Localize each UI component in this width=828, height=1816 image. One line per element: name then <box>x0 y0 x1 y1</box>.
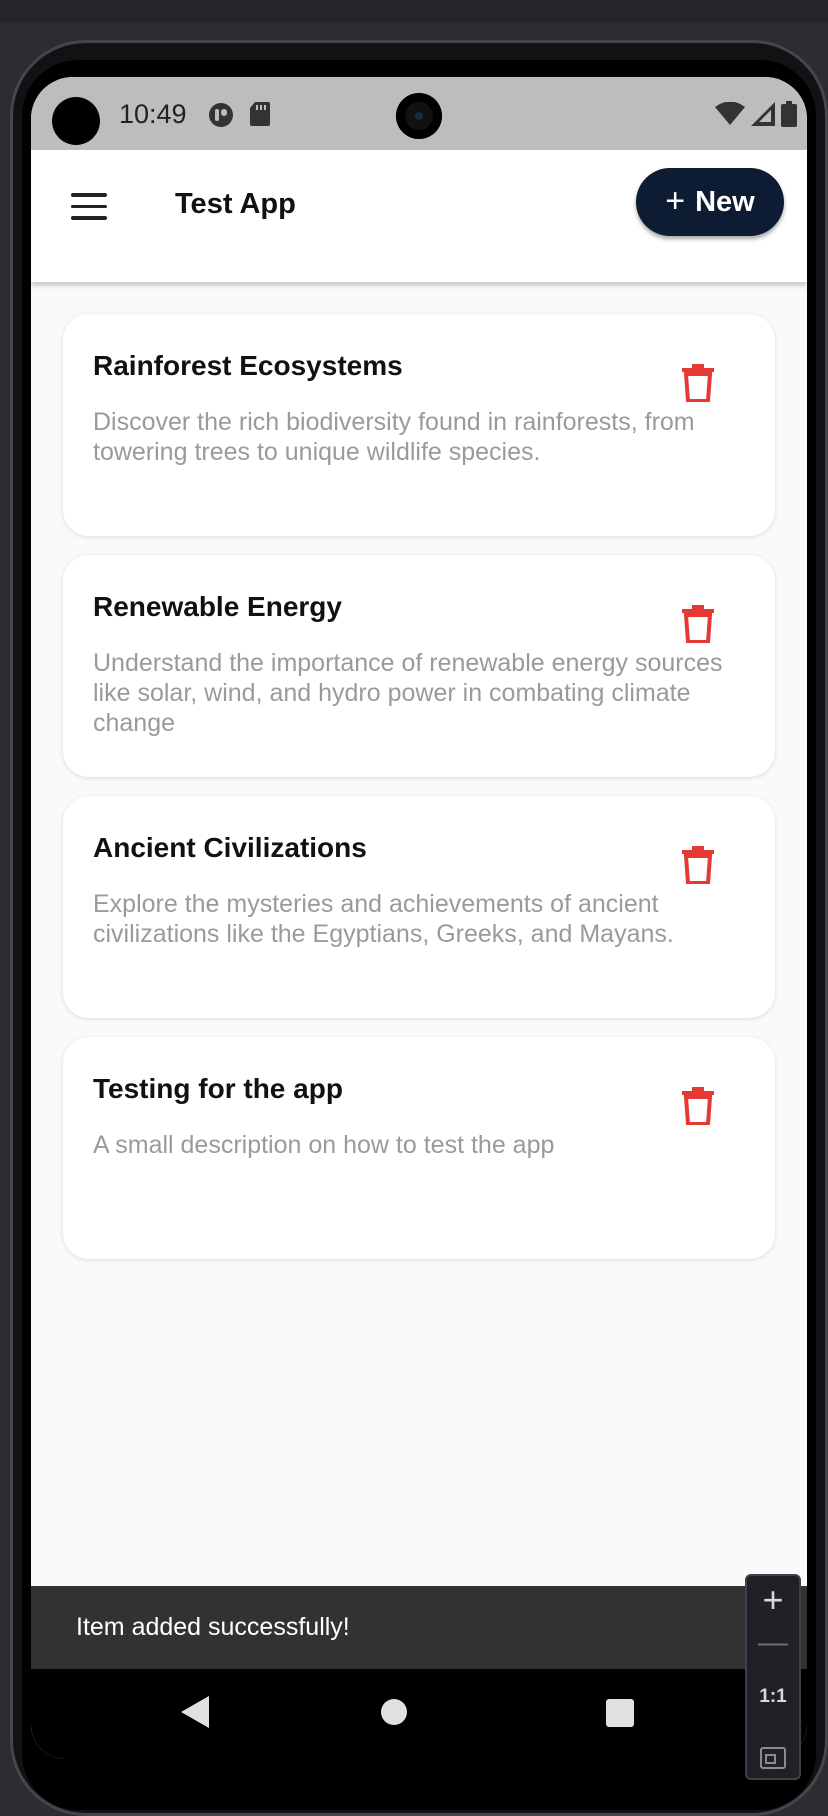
item-description: A small description on how to test the a… <box>93 1131 555 1159</box>
recents-icon[interactable] <box>606 1699 634 1727</box>
device-screen: 10:49 Test App + New Rainforest Ecosyste… <box>31 77 807 1759</box>
sd-card-icon <box>249 101 271 132</box>
hamburger-menu-icon[interactable] <box>71 193 107 221</box>
delete-icon[interactable] <box>681 364 715 403</box>
cell-signal-icon <box>751 102 775 131</box>
fit-screen-icon[interactable] <box>747 1746 799 1775</box>
item-title: Ancient Civilizations <box>93 832 367 863</box>
emulator-zoom-panel: + — 1:1 <box>745 1574 801 1780</box>
zoom-reset-button[interactable]: 1:1 <box>747 1686 799 1708</box>
item-title: Rainforest Ecosystems <box>93 350 403 381</box>
list-item[interactable]: Renewable Energy Understand the importan… <box>63 555 775 777</box>
list-item[interactable]: Ancient Civilizations Explore the myster… <box>63 796 775 1018</box>
home-icon[interactable] <box>381 1699 407 1725</box>
app-bar: Test App + New <box>31 150 807 282</box>
list-item[interactable]: Testing for the app A small description … <box>63 1037 775 1259</box>
list-item[interactable]: Rainforest Ecosystems Discover the rich … <box>63 314 775 536</box>
new-button-label: New <box>695 185 755 218</box>
camera-cutout <box>52 97 100 145</box>
item-title: Testing for the app <box>93 1073 343 1104</box>
emulator-top-strip <box>0 0 828 22</box>
zoom-in-icon[interactable]: + <box>747 1582 799 1618</box>
back-icon[interactable] <box>181 1696 209 1733</box>
app-title: Test App <box>175 188 296 220</box>
system-nav-bar <box>31 1669 807 1759</box>
status-bar: 10:49 <box>31 77 807 150</box>
item-description: Explore the mysteries and achievements o… <box>93 890 674 948</box>
item-description: Understand the importance of renewable e… <box>93 649 723 737</box>
zoom-out-icon[interactable]: — <box>747 1628 799 1658</box>
delete-icon[interactable] <box>681 605 715 644</box>
shield-icon <box>207 101 235 134</box>
status-time: 10:49 <box>119 99 187 129</box>
item-description: Discover the rich biodiversity found in … <box>93 408 695 466</box>
battery-icon <box>781 101 797 132</box>
delete-icon[interactable] <box>681 1087 715 1126</box>
new-item-button[interactable]: + New <box>636 168 784 236</box>
wifi-icon <box>715 101 745 131</box>
delete-icon[interactable] <box>681 846 715 885</box>
snackbar-message: Item added successfully! <box>76 1613 350 1641</box>
snackbar: Item added successfully! <box>31 1586 807 1669</box>
item-list: Rainforest Ecosystems Discover the rich … <box>63 314 775 1278</box>
item-title: Renewable Energy <box>93 591 342 622</box>
front-camera <box>396 93 442 139</box>
plus-icon: + <box>665 181 686 220</box>
status-right-icons <box>715 101 797 132</box>
